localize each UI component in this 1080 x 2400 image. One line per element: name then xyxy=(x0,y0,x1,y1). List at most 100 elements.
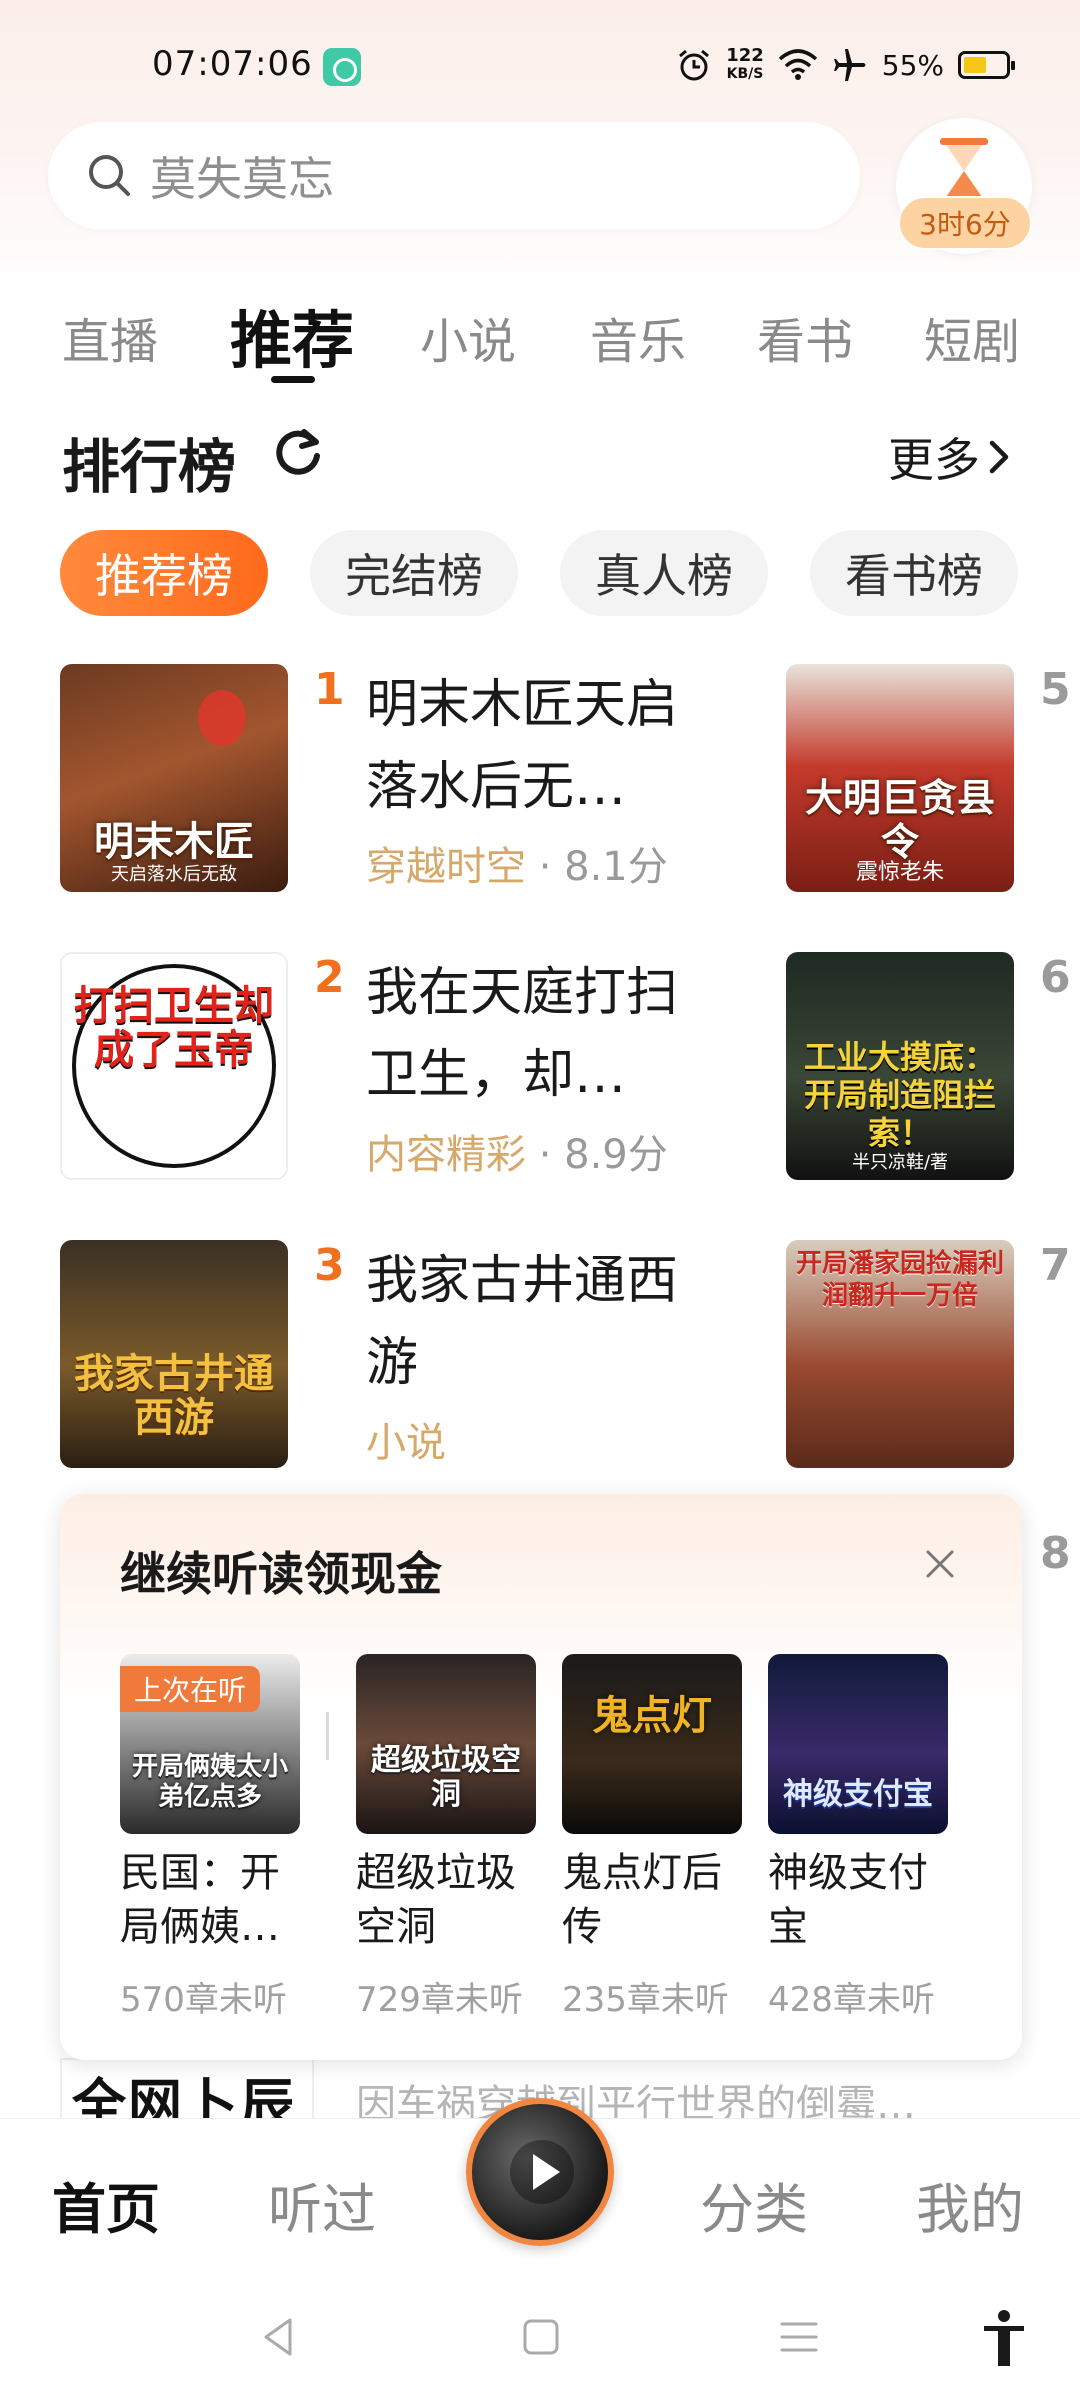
book-name: 神级支付宝 xyxy=(768,1850,928,1950)
rank-number: 2 xyxy=(314,952,345,1003)
book-title: 我在天庭打扫卫生，却… xyxy=(366,963,679,1105)
refresh-icon[interactable] xyxy=(270,424,326,480)
cover-title: 全网卜辰 xyxy=(72,2073,296,2118)
status-indicators: 122 KB/S 55% xyxy=(676,40,1015,90)
book-cover: 上次在听 开局俩姨太小弟亿点多 xyxy=(120,1654,300,1834)
cover-title: 大明巨贪县令 xyxy=(804,776,995,864)
nav-category[interactable]: 分类 xyxy=(700,2165,808,2244)
book-cover-partial[interactable]: 全网卜辰 xyxy=(60,2058,314,2118)
book-score: · 8.1分 xyxy=(526,844,668,890)
book-name: 超级垃圾空洞 xyxy=(356,1850,516,1950)
play-icon xyxy=(510,2140,574,2204)
tab-short-drama[interactable]: 短剧 xyxy=(924,302,1020,372)
last-listened-badge: 上次在听 xyxy=(120,1666,261,1712)
tab-recommend[interactable]: 推荐 xyxy=(230,290,354,380)
system-navigation-bar xyxy=(0,2282,1080,2400)
search-bar[interactable]: 莫失莫忘 xyxy=(48,122,860,230)
book-cover: 明末木匠 天启落水后无敌 xyxy=(60,664,288,892)
book-cover: 打扫卫生却成了玉帝 xyxy=(60,952,288,1180)
lantern-decoration xyxy=(198,690,246,746)
unlistened-count: 235章未听 xyxy=(562,1980,729,2020)
cover-title: 鬼点灯 xyxy=(592,1693,712,1739)
cover-title: 明末木匠 xyxy=(94,819,254,865)
more-label: 更多 xyxy=(888,433,980,487)
rank-number: 1 xyxy=(314,664,345,715)
cover-title: 超级垃圾空洞 xyxy=(371,1743,521,1812)
battery-percent: 55% xyxy=(881,48,944,82)
cover-title: 工业大摸底：开局制造阻拦索！ xyxy=(803,1038,996,1152)
ranking-title: 排行榜 xyxy=(62,433,237,501)
nav-history[interactable]: 听过 xyxy=(268,2165,376,2244)
tab-live[interactable]: 直播 xyxy=(62,302,158,372)
rank-number: 7 xyxy=(1040,1240,1071,1291)
airplane-mode-icon xyxy=(833,49,866,81)
timer-badge[interactable]: 3时6分 xyxy=(898,196,1032,250)
chip-recommend-list[interactable]: 推荐榜 xyxy=(60,530,268,616)
book-score: · 8.9分 xyxy=(526,1132,668,1178)
battery-icon xyxy=(958,51,1015,79)
search-placeholder: 莫失莫忘 xyxy=(150,152,334,206)
book-cover: 我家古井通西游 xyxy=(60,1240,288,1468)
app-notification-icon xyxy=(323,48,361,86)
chip-reading-list[interactable]: 看书榜 xyxy=(810,530,1018,616)
rank-number-8: 8 xyxy=(1040,1528,1071,1579)
search-icon xyxy=(89,155,130,196)
chip-real-voice-list[interactable]: 真人榜 xyxy=(560,530,768,616)
book-meta: 小说 xyxy=(366,1410,446,1468)
nav-mine[interactable]: 我的 xyxy=(916,2165,1024,2244)
alarm-icon xyxy=(679,49,710,81)
nav-home[interactable]: 首页 xyxy=(52,2165,160,2244)
book-meta: 内容精彩 · 8.9分 xyxy=(366,1122,668,1180)
back-icon[interactable] xyxy=(254,2312,304,2362)
net-speed: 122 KB/S xyxy=(726,47,764,83)
cover-title: 开局俩姨太小弟亿点多 xyxy=(131,1752,288,1812)
rank-number: 6 xyxy=(1040,952,1071,1003)
tab-reading[interactable]: 看书 xyxy=(757,302,853,372)
book-title: 我家古井通西游 xyxy=(366,1251,679,1393)
continue-listening-panel: 继续听读领现金 上次在听 开局俩姨太小弟亿点多 民国：开局俩姨… 570章未听 … xyxy=(60,1494,1022,2060)
recent-apps-icon[interactable] xyxy=(774,2312,824,2362)
panel-title: 继续听读领现金 xyxy=(120,1547,442,1601)
category-tabs: 直播 推荐 小说 音乐 看书 短剧 xyxy=(0,290,1080,390)
tab-novel[interactable]: 小说 xyxy=(420,302,516,372)
chip-finished-list[interactable]: 完结榜 xyxy=(310,530,518,616)
book-cover: 开局潘家园捡漏利润翻升一万倍 xyxy=(786,1240,1014,1468)
more-link[interactable]: 更多 xyxy=(888,424,1014,490)
net-speed-unit: KB/S xyxy=(726,66,764,82)
book-tag: 小说 xyxy=(366,1420,446,1466)
unlistened-count: 729章未听 xyxy=(356,1980,523,2020)
status-time: 07:07:06 xyxy=(152,44,313,84)
cover-title: 我家古井通西游 xyxy=(74,1351,274,1441)
cover-title: 神级支付宝 xyxy=(783,1777,933,1812)
close-icon[interactable] xyxy=(918,1542,962,1586)
book-title: 明末木匠天启落水后无… xyxy=(366,675,679,817)
book-name: 民国：开局俩姨… xyxy=(120,1850,280,1950)
cover-subtitle: 天启落水后无敌 xyxy=(111,864,237,885)
chevron-right-icon xyxy=(989,440,1009,474)
battery-fill xyxy=(964,57,986,73)
book-cover: 神级支付宝 xyxy=(768,1654,948,1834)
net-speed-value: 122 xyxy=(726,45,764,66)
cover-subtitle: 半只凉鞋/著 xyxy=(851,1152,949,1173)
book-cover: 大明巨贪县令 震惊老朱 xyxy=(786,664,1014,892)
home-icon[interactable] xyxy=(516,2312,566,2362)
active-tab-indicator xyxy=(271,376,315,383)
rank-number: 3 xyxy=(314,1240,345,1291)
rank-number: 5 xyxy=(1040,664,1071,715)
divider xyxy=(326,1712,329,1760)
cover-title: 打扫卫生却成了玉帝 xyxy=(74,983,274,1073)
book-cover: 工业大摸底：开局制造阻拦索！ 半只凉鞋/著 xyxy=(786,952,1014,1180)
unlistened-count: 570章未听 xyxy=(120,1980,287,2020)
unlistened-count: 428章未听 xyxy=(768,1980,935,2020)
tab-music[interactable]: 音乐 xyxy=(590,302,686,372)
accessibility-icon[interactable] xyxy=(978,2308,1030,2368)
mini-player-button[interactable] xyxy=(466,2098,614,2246)
cover-title: 开局潘家园捡漏利润翻升一万倍 xyxy=(795,1249,1004,1311)
book-tag: 穿越时空 xyxy=(366,844,526,890)
book-cover: 超级垃圾空洞 xyxy=(356,1654,536,1834)
book-tag: 内容精彩 xyxy=(366,1132,526,1178)
book-name: 鬼点灯后传 xyxy=(562,1850,722,1950)
wifi-icon xyxy=(778,49,817,80)
book-cover: 鬼点灯 xyxy=(562,1654,742,1834)
cover-subtitle: 震惊老朱 xyxy=(855,860,944,885)
